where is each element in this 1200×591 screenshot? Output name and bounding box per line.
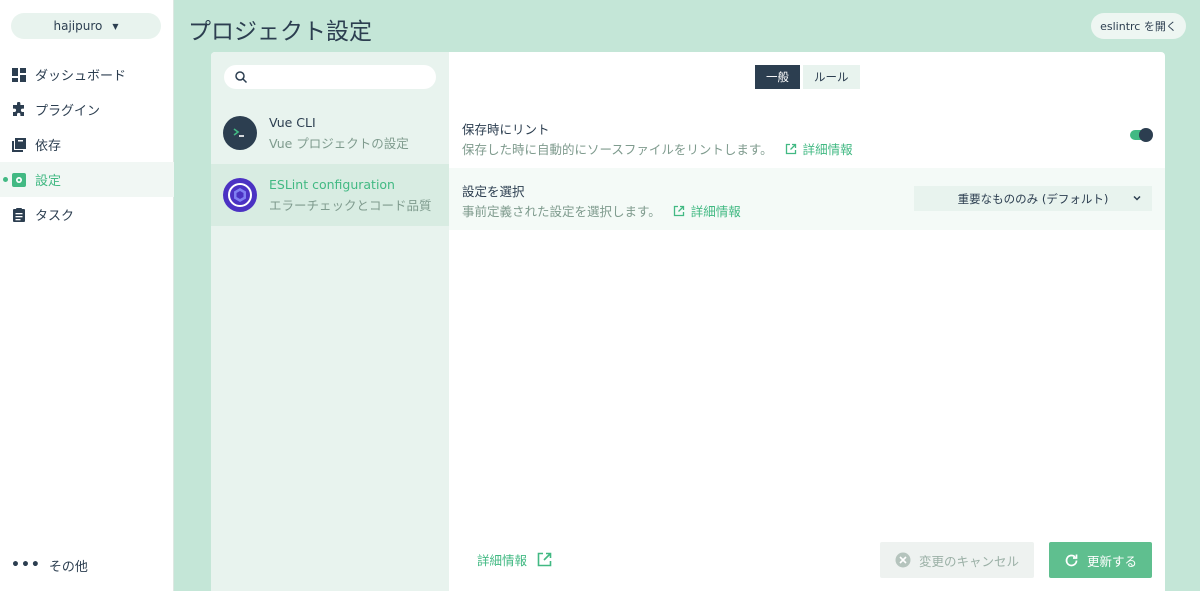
tab-bar: 一般 ルール — [755, 65, 860, 89]
project-selector[interactable]: hajipuro ▼ — [11, 13, 161, 39]
tab-rules[interactable]: ルール — [803, 65, 860, 89]
prompt-label: 保存時にリント — [462, 122, 550, 137]
sidebar-more-label: その他 — [48, 559, 88, 575]
external-link-icon — [537, 552, 552, 567]
search-icon — [235, 71, 248, 84]
prompt-description: 事前定義された設定を選択します。 詳細情報 — [462, 201, 741, 220]
prompt-label: 設定を選択 — [462, 184, 525, 199]
external-link-icon — [673, 205, 684, 216]
eslint-icon — [223, 178, 257, 212]
toggle-knob — [1139, 128, 1153, 142]
prompt-description: 保存した時に自動的にソースファイルをリントします。 詳細情報 — [462, 139, 853, 158]
config-name: ESLint configuration — [269, 176, 395, 192]
terminal-icon — [223, 116, 257, 150]
more-info-label: 詳細情報 — [802, 142, 853, 157]
config-desc: Vue プロジェクトの設定 — [269, 135, 409, 151]
tab-general[interactable]: 一般 — [755, 65, 800, 89]
external-link-icon — [785, 143, 796, 154]
close-circle-icon — [895, 552, 911, 568]
project-name: hajipuro — [53, 19, 103, 33]
config-list: Vue CLI Vue プロジェクトの設定 ESLint configurati… — [211, 52, 449, 591]
search-input[interactable] — [252, 68, 428, 86]
more-info-label: 詳細情報 — [690, 204, 741, 219]
sidebar-item-label: ダッシュボード — [35, 69, 127, 84]
refresh-label: 更新する — [1086, 553, 1137, 569]
sidebar-item-plugins[interactable]: プラグイン — [0, 92, 174, 127]
more-dots-icon: ••• — [11, 557, 41, 573]
lint-on-save-toggle[interactable] — [1130, 128, 1153, 142]
sidebar: hajipuro ▼ ダッシュボード プラグイン 依存 設定 タスク ••• そ… — [0, 0, 174, 591]
sidebar-item-label: プラグイン — [35, 104, 101, 119]
caret-down-icon: ▼ — [112, 21, 119, 31]
refresh-icon — [1065, 554, 1078, 566]
config-select-value: 重要なもののみ (デフォルト) — [957, 191, 1109, 206]
more-info-link[interactable]: 詳細情報 — [785, 139, 853, 158]
config-desc: エラーチェックとコード品質 — [269, 197, 432, 213]
sidebar-item-dependencies[interactable]: 依存 — [0, 127, 174, 162]
sidebar-item-label: タスク — [35, 209, 75, 224]
prompt-lint-on-save: 保存時にリント 保存した時に自動的にソースファイルをリントします。 詳細情報 — [449, 106, 1165, 168]
footer-more-info-link[interactable]: 詳細情報 — [477, 550, 552, 569]
cancel-label: 変更のキャンセル — [918, 553, 1019, 569]
settings-icon — [11, 172, 27, 188]
content-panel: Vue CLI Vue プロジェクトの設定 ESLint configurati… — [211, 52, 1165, 591]
prompt-desc-text: 保存した時に自動的にソースファイルをリントします。 — [462, 142, 773, 157]
refresh-button[interactable]: 更新する — [1049, 542, 1152, 578]
dashboard-icon — [11, 67, 27, 83]
cancel-changes-button[interactable]: 変更のキャンセル — [880, 542, 1034, 578]
prompt-desc-text: 事前定義された設定を選択します。 — [462, 204, 661, 219]
more-info-link[interactable]: 詳細情報 — [673, 201, 741, 220]
chevron-down-icon — [1133, 195, 1141, 201]
prompt-select-config: 設定を選択 事前定義された設定を選択します。 詳細情報 重要なもののみ (デフォ… — [449, 168, 1165, 230]
clipboard-icon — [11, 207, 27, 223]
sidebar-item-tasks[interactable]: タスク — [0, 197, 174, 232]
sidebar-item-label: 依存 — [35, 139, 62, 154]
config-name: Vue CLI — [269, 114, 316, 130]
footer-more-info-label: 詳細情報 — [477, 553, 528, 568]
page-title: プロジェクト設定 — [188, 19, 372, 45]
library-icon — [11, 137, 27, 153]
sidebar-item-dashboard[interactable]: ダッシュボード — [0, 57, 174, 92]
config-select[interactable]: 重要なもののみ (デフォルト) — [914, 186, 1152, 211]
open-eslintrc-button[interactable]: eslintrc を開く — [1091, 13, 1186, 39]
sidebar-more[interactable]: ••• その他 — [11, 555, 88, 575]
config-item-eslint[interactable]: ESLint configuration エラーチェックとコード品質 — [211, 164, 449, 226]
puzzle-icon — [11, 101, 27, 118]
search-box — [224, 65, 436, 89]
config-item-vue-cli[interactable]: Vue CLI Vue プロジェクトの設定 — [211, 102, 449, 164]
sidebar-item-label: 設定 — [35, 174, 62, 189]
sidebar-item-settings[interactable]: 設定 — [0, 162, 174, 197]
sidebar-nav: ダッシュボード プラグイン 依存 設定 タスク — [0, 57, 174, 232]
